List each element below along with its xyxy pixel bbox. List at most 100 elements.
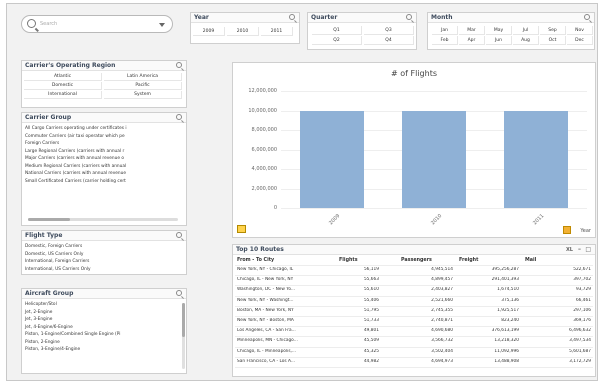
table-cell: 2,740,871 [431, 318, 453, 323]
month-aug[interactable]: Aug [513, 36, 539, 45]
search-icon[interactable] [406, 14, 412, 20]
chevron-down-icon[interactable] [159, 23, 165, 27]
table-row[interactable] [235, 346, 593, 348]
region-latin-america[interactable]: Latin America [104, 73, 182, 81]
search-input[interactable]: Search [40, 21, 57, 27]
month-mar[interactable]: Mar [459, 26, 485, 35]
horizontal-scrollbar[interactable] [28, 218, 178, 221]
table-row[interactable] [235, 285, 593, 287]
search-icon[interactable] [176, 290, 182, 296]
month-jul[interactable]: Jul [513, 26, 539, 35]
table-cell: 1,674,510 [497, 287, 519, 293]
column-header[interactable]: Freight [459, 258, 519, 263]
year-title: Year [194, 14, 209, 21]
search-icon[interactable] [289, 14, 295, 20]
quarter-q4[interactable]: Q4 [364, 36, 414, 45]
list-item[interactable]: Piston, 3-Engine/4-Engine [22, 346, 186, 354]
table-cell: 375,136 [501, 297, 519, 303]
table-row[interactable] [235, 316, 593, 317]
x-tick-label: 2010 [430, 212, 444, 227]
table-row[interactable] [235, 275, 593, 277]
region-pacific[interactable]: Pacific [104, 82, 182, 90]
list-item[interactable]: National Carriers (carriers with annual … [22, 170, 186, 178]
quarter-q2[interactable]: Q2 [312, 36, 362, 45]
table-row[interactable] [235, 295, 593, 297]
export-icon[interactable] [237, 225, 246, 233]
table-cell: 297,106 [573, 307, 591, 313]
table-cell: 45,325 [363, 348, 379, 354]
list-item[interactable]: Commuter Carriers (air taxi operator whi… [22, 133, 186, 141]
list-item[interactable]: Jet, 4-Engine/6-Engine [22, 324, 186, 332]
table-row[interactable] [235, 367, 593, 368]
search-icon[interactable] [176, 114, 182, 120]
column-header[interactable]: From - To City [237, 258, 337, 263]
list-item[interactable]: Jet, 2-Engine [22, 309, 186, 317]
chart-title: # of Flights [391, 69, 437, 78]
flight-type-title: Flight Type [25, 232, 63, 239]
year-2011[interactable]: 2011 [261, 27, 293, 36]
search-icon[interactable] [176, 62, 182, 68]
month-nov[interactable]: Nov [567, 26, 593, 35]
month-jun[interactable]: Jun [486, 36, 512, 45]
minimize-icon[interactable]: – [578, 245, 581, 255]
drill-up-icon[interactable] [563, 226, 571, 234]
list-item[interactable]: International, US Carriers Only [22, 266, 186, 274]
quarter-q1[interactable]: Q1 [312, 26, 362, 35]
table-row[interactable] [235, 326, 593, 328]
search-icon[interactable] [176, 232, 182, 238]
table-cell: 4,694,973 [431, 358, 453, 364]
list-item[interactable]: Large Regional Carriers (carriers with a… [22, 148, 186, 156]
table-cell: 4,690,680 [431, 328, 453, 334]
month-sep[interactable]: Sep [540, 26, 566, 35]
flight-type-listbox: Flight Type Domestic, Foreign Carriers D… [21, 230, 187, 275]
table-row[interactable] [235, 305, 593, 307]
region-international[interactable]: International [24, 91, 102, 99]
quarter-q3[interactable]: Q3 [364, 26, 414, 35]
month-feb[interactable]: Feb [432, 36, 458, 45]
month-apr[interactable]: Apr [459, 36, 485, 45]
list-item[interactable]: Foreign Carriers [22, 140, 186, 148]
list-item[interactable]: Small Certificated Carriers (carrier hol… [22, 178, 186, 186]
excel-icon[interactable]: XL [566, 245, 573, 255]
search-icon[interactable] [584, 14, 590, 20]
table-cell: Minneapolis, MN - Chicago... [237, 338, 298, 344]
table-row[interactable] [235, 356, 593, 358]
table-cell: 5,601,687 [569, 348, 591, 354]
table-row[interactable] [235, 336, 593, 338]
table-cell: 55,610 [363, 287, 379, 293]
region-system[interactable]: System [104, 91, 182, 99]
list-item[interactable]: Piston, 2-Engine [22, 339, 186, 347]
region-atlantic[interactable]: Atlantic [24, 73, 102, 81]
column-header[interactable]: Flights [339, 258, 379, 263]
region-title: Carrier's Operating Region [25, 62, 116, 69]
table-cell: 3,566,732 [431, 338, 453, 344]
bar-2009[interactable] [300, 110, 364, 208]
table-cell: 1,925,517 [497, 307, 519, 313]
list-item[interactable]: Jet, 3-Engine [22, 316, 186, 324]
list-item[interactable]: Piston, 1-Engine/Combined Single Engine … [22, 331, 186, 339]
bar-2011[interactable] [504, 110, 568, 208]
list-item[interactable]: Major Carriers (carriers with annual rev… [22, 155, 186, 163]
list-item[interactable]: All Cargo Carriers operating under certi… [22, 125, 186, 133]
year-2010[interactable]: 2010 [227, 27, 259, 36]
maximize-icon[interactable]: □ [585, 245, 591, 255]
month-may[interactable]: May [486, 26, 512, 35]
column-header[interactable]: Mail [525, 258, 591, 263]
list-item[interactable]: Domestic, Foreign Carriers [22, 243, 186, 251]
month-oct[interactable]: Oct [540, 36, 566, 45]
search-box[interactable]: Search [21, 15, 173, 33]
quarter-listbox: Quarter Q1 Q3 Q2 Q4 [307, 12, 417, 50]
list-item[interactable]: International, Foreign Carriers [22, 258, 186, 266]
year-2009[interactable]: 2009 [193, 27, 225, 36]
column-header[interactable]: Passengers [401, 258, 453, 263]
month-jan[interactable]: Jan [432, 26, 458, 35]
list-item[interactable]: Medium Regional Carriers (carriers with … [22, 163, 186, 171]
list-item[interactable]: Domestic, US Carriers Only [22, 251, 186, 259]
bar-2010[interactable] [402, 110, 466, 208]
month-dec[interactable]: Dec [567, 36, 593, 45]
list-item[interactable]: Helicopter/Stol [22, 301, 186, 309]
vertical-scrollbar[interactable] [182, 303, 185, 369]
table-cell: New York, NY - Washingt... [237, 297, 294, 303]
region-domestic[interactable]: Domestic [24, 82, 102, 90]
table-cell: Chicago, IL - New York, NY [237, 277, 294, 283]
